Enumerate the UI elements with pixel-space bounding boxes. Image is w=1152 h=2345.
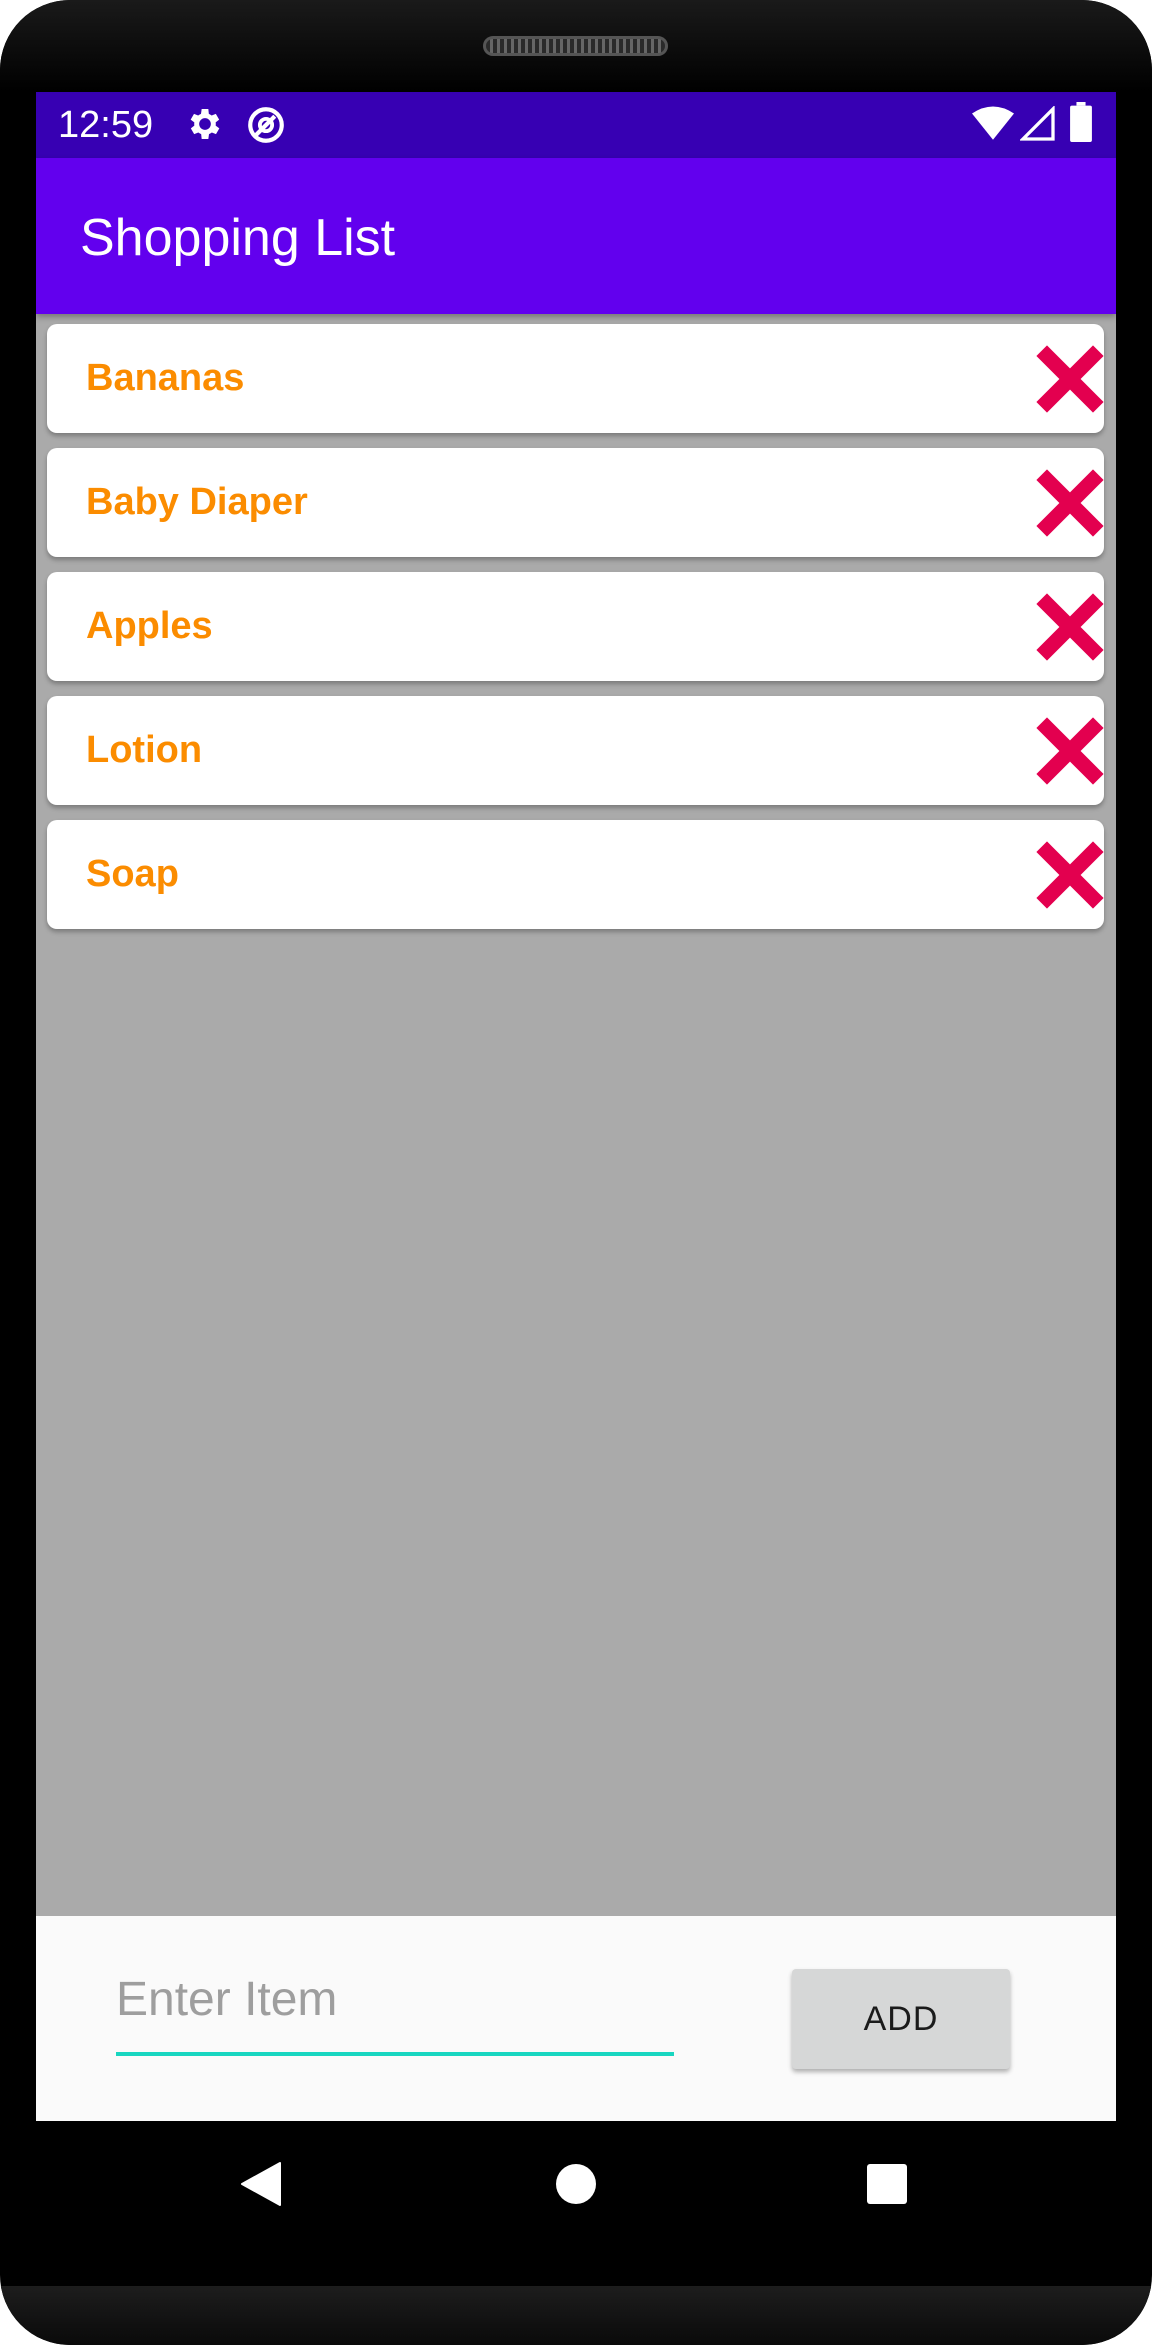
item-input[interactable] xyxy=(116,1966,674,2032)
bottom-bezel xyxy=(0,2286,1152,2345)
home-icon[interactable] xyxy=(554,2159,598,2214)
item-label: Bananas xyxy=(86,357,245,399)
add-item-panel: ADD xyxy=(36,1916,1116,2121)
app-bar: Shopping List xyxy=(36,158,1116,314)
close-icon xyxy=(1036,717,1104,785)
top-bezel xyxy=(0,0,1152,92)
gear-icon xyxy=(185,104,225,149)
at-sign-icon xyxy=(245,104,287,151)
list-item: Baby Diaper xyxy=(47,448,1104,557)
navigation-bar xyxy=(0,2121,1152,2251)
recents-icon[interactable] xyxy=(865,2159,909,2214)
close-icon xyxy=(1036,841,1104,909)
earpiece-speaker xyxy=(483,36,668,56)
item-label: Baby Diaper xyxy=(86,481,308,523)
wifi-icon xyxy=(972,106,1014,147)
list-item: Bananas xyxy=(47,324,1104,433)
cell-signal-icon xyxy=(1019,105,1056,147)
list-item: Apples xyxy=(47,572,1104,681)
list-item: Soap xyxy=(47,820,1104,929)
delete-item-button[interactable] xyxy=(1035,592,1105,662)
delete-item-button[interactable] xyxy=(1035,840,1105,910)
status-bar: 12:59 xyxy=(36,92,1116,158)
phone-frame: 12:59 Shopping List Bananas Baby Diaper … xyxy=(0,0,1152,2345)
delete-item-button[interactable] xyxy=(1035,344,1105,414)
add-button[interactable]: ADD xyxy=(792,1969,1010,2069)
item-label: Soap xyxy=(86,853,179,895)
battery-icon xyxy=(1070,102,1092,147)
item-label: Lotion xyxy=(86,729,203,771)
close-icon xyxy=(1036,469,1104,537)
close-icon xyxy=(1036,345,1104,413)
close-icon xyxy=(1036,593,1104,661)
screen: 12:59 Shopping List Bananas Baby Diaper … xyxy=(36,92,1116,2121)
page-title: Shopping List xyxy=(80,209,396,267)
delete-item-button[interactable] xyxy=(1035,468,1105,538)
delete-item-button[interactable] xyxy=(1035,716,1105,786)
status-time: 12:59 xyxy=(58,104,154,146)
list-item: Lotion xyxy=(47,696,1104,805)
input-underline xyxy=(116,2052,674,2056)
item-label: Apples xyxy=(86,605,213,647)
back-icon[interactable] xyxy=(236,2159,286,2214)
